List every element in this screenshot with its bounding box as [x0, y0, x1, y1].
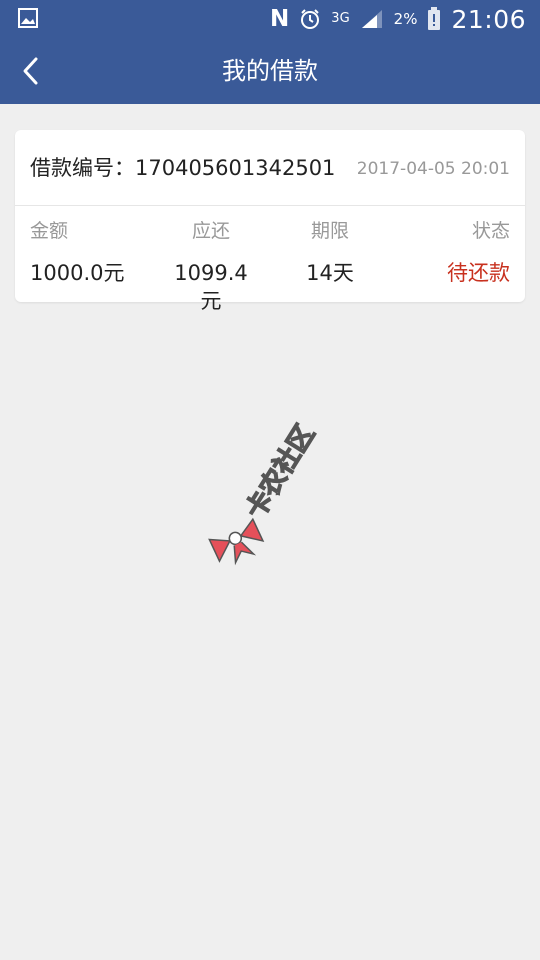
loan-number-line: 借款编号：170405601342501 [30, 154, 335, 182]
nav-bar: 我的借款 [0, 38, 540, 104]
battery-alert-icon [428, 7, 441, 30]
watermark-logo: 卡农社区 [208, 419, 322, 566]
repay-label: 应还 [191, 220, 230, 242]
term-value: 14天 [306, 261, 354, 285]
amount-value: 1000.0元 [30, 261, 125, 285]
loan-card-header: 借款编号：170405601342501 2017-04-05 20:01 [15, 130, 525, 206]
nfc-icon: N [270, 6, 290, 32]
gallery-icon [18, 8, 38, 28]
signal-icon [361, 10, 382, 28]
network-type: 3G [331, 11, 350, 26]
loan-number: 170405601342501 [135, 156, 336, 180]
term-label: 期限 [310, 220, 349, 242]
status-icons: N 3G 2% 21:06 [270, 0, 526, 38]
amount-label: 金额 [30, 220, 69, 242]
watermark-text: 卡农社区 [240, 419, 321, 524]
status-bar: N 3G 2% 21:06 [0, 0, 540, 38]
battery-percent: 2% [393, 10, 418, 28]
loan-number-label: 借款编号： [30, 156, 135, 180]
status-badge: 待还款 [447, 261, 510, 285]
loan-details: 金额 1000.0元 应还 1099.4元 期限 14天 状态 待还款 [15, 206, 525, 313]
clock: 21:06 [451, 4, 526, 34]
page-title: 我的借款 [222, 57, 318, 85]
repay-value: 1099.4元 [174, 261, 248, 313]
loan-datetime: 2017-04-05 20:01 [356, 159, 510, 179]
ribbon-icon [208, 517, 265, 566]
loan-card[interactable]: 借款编号：170405601342501 2017-04-05 20:01 金额… [15, 130, 525, 313]
alarm-icon [301, 9, 320, 29]
status-label: 状态 [471, 220, 510, 242]
